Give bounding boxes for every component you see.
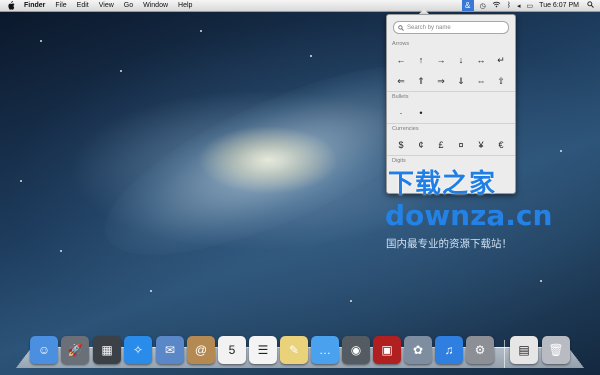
- trash-icon[interactable]: 🗑: [542, 336, 570, 364]
- symbol-cell[interactable]: ⇑: [411, 72, 431, 90]
- section-divider: [387, 91, 515, 92]
- currencies-row: $ ¢ £ ¤ ¥ €: [391, 136, 511, 154]
- spotlight-icon[interactable]: [587, 1, 594, 10]
- menu-help[interactable]: Help: [178, 0, 192, 11]
- watermark-title: 下载之家: [388, 169, 497, 199]
- reminders-icon[interactable]: ☰: [249, 336, 277, 364]
- star: [540, 280, 542, 282]
- symbol-cell[interactable]: ↔: [471, 51, 491, 69]
- star: [120, 70, 122, 72]
- menu-clock[interactable]: Tue 6:07 PM: [539, 2, 579, 9]
- symbol-cell[interactable]: ↑: [411, 51, 431, 69]
- dock-separator: [504, 340, 505, 368]
- symbol-cell[interactable]: ←: [391, 51, 411, 69]
- menu-extras: & ◷ ᛒ ◂ ▭ Tue 6:07 PM: [461, 0, 600, 11]
- iphoto-icon[interactable]: ✿: [404, 336, 432, 364]
- finder-icon[interactable]: ☺: [30, 336, 58, 364]
- symbol-cell[interactable]: →: [431, 51, 451, 69]
- watermark-subtitle: 国内最专业的资源下载站！: [386, 238, 512, 250]
- bullets-row: · •: [391, 104, 511, 122]
- symbol-cell[interactable]: ¢: [411, 136, 431, 154]
- bluetooth-icon[interactable]: ᛒ: [507, 2, 511, 9]
- section-title-arrows: Arrows: [392, 41, 410, 47]
- photo-booth-icon[interactable]: ▣: [373, 336, 401, 364]
- menu-window[interactable]: Window: [143, 0, 168, 11]
- facetime-icon[interactable]: ◉: [342, 336, 370, 364]
- symbol-cell[interactable]: ⇐: [391, 72, 411, 90]
- launchpad-icon[interactable]: 🚀: [61, 336, 89, 364]
- app-store-icon[interactable]: ⚙: [466, 336, 494, 364]
- star: [350, 300, 352, 302]
- search-icon: [398, 24, 404, 31]
- symbol-cell[interactable]: €: [491, 136, 511, 154]
- star: [60, 250, 62, 252]
- section-divider: [387, 123, 515, 124]
- section-divider: [387, 155, 515, 156]
- symbol-cell[interactable]: ⇧: [491, 72, 511, 90]
- menu-view[interactable]: View: [99, 0, 114, 11]
- symbol-cell[interactable]: ↓: [451, 51, 471, 69]
- arrows-row-1: ← ↑ → ↓ ↔ ↵: [391, 51, 511, 69]
- symbol-cell[interactable]: £: [431, 136, 451, 154]
- symbol-cell[interactable]: ¥: [471, 136, 491, 154]
- time-machine-icon[interactable]: ◷: [480, 2, 486, 10]
- search-placeholder: Search by name: [407, 24, 451, 31]
- safari-icon[interactable]: ✧: [124, 336, 152, 364]
- symbol-cell[interactable]: ⇔: [471, 72, 491, 90]
- battery-icon[interactable]: ▭: [527, 2, 534, 10]
- character-viewer-menu-icon[interactable]: &: [461, 0, 474, 11]
- section-title-bullets: Bullets: [392, 94, 409, 100]
- star: [310, 55, 312, 57]
- symbol-cell[interactable]: $: [391, 136, 411, 154]
- star: [20, 180, 22, 182]
- symbol-cell[interactable]: ¤: [451, 136, 471, 154]
- symbol-cell[interactable]: ↵: [491, 51, 511, 69]
- menu-app-name[interactable]: Finder: [24, 0, 45, 11]
- wifi-icon[interactable]: [492, 1, 501, 10]
- itunes-icon[interactable]: ♫: [435, 336, 463, 364]
- menu-file[interactable]: File: [55, 0, 66, 11]
- symbol-cell[interactable]: ⇓: [451, 72, 471, 90]
- notes-icon[interactable]: ✎: [280, 336, 308, 364]
- mission-control-icon[interactable]: ▦: [93, 336, 121, 364]
- messages-icon[interactable]: …: [311, 336, 339, 364]
- watermark-url: downza.cn: [385, 199, 553, 232]
- symbol-cell[interactable]: ⇒: [431, 72, 451, 90]
- star: [200, 30, 202, 32]
- section-title-currencies: Currencies: [392, 126, 419, 132]
- calendar-icon[interactable]: 5: [218, 336, 246, 364]
- apple-menu-icon[interactable]: [7, 1, 16, 10]
- symbol-cell[interactable]: ·: [391, 104, 411, 122]
- star: [560, 150, 562, 152]
- documents-icon[interactable]: ▤: [510, 336, 538, 364]
- menu-bar: Finder File Edit View Go Window Help & ◷…: [0, 0, 600, 12]
- character-search-field[interactable]: Search by name: [393, 21, 509, 34]
- menu-go[interactable]: Go: [124, 0, 133, 11]
- dock: ☺ 🚀 ▦ ✧ ✉ @5 ☰ ✎… ◉ ▣ ✿ ♫ ⚙ ▤ 🗑: [26, 336, 574, 370]
- arrows-row-2: ⇐ ⇑ ⇒ ⇓ ⇔ ⇧: [391, 72, 511, 90]
- symbol-cell[interactable]: •: [411, 104, 431, 122]
- volume-icon[interactable]: ◂: [517, 2, 521, 10]
- menu-edit[interactable]: Edit: [77, 0, 89, 11]
- contacts-icon[interactable]: @: [187, 336, 215, 364]
- star: [150, 290, 152, 292]
- star: [40, 40, 42, 42]
- mail-icon[interactable]: ✉: [156, 336, 184, 364]
